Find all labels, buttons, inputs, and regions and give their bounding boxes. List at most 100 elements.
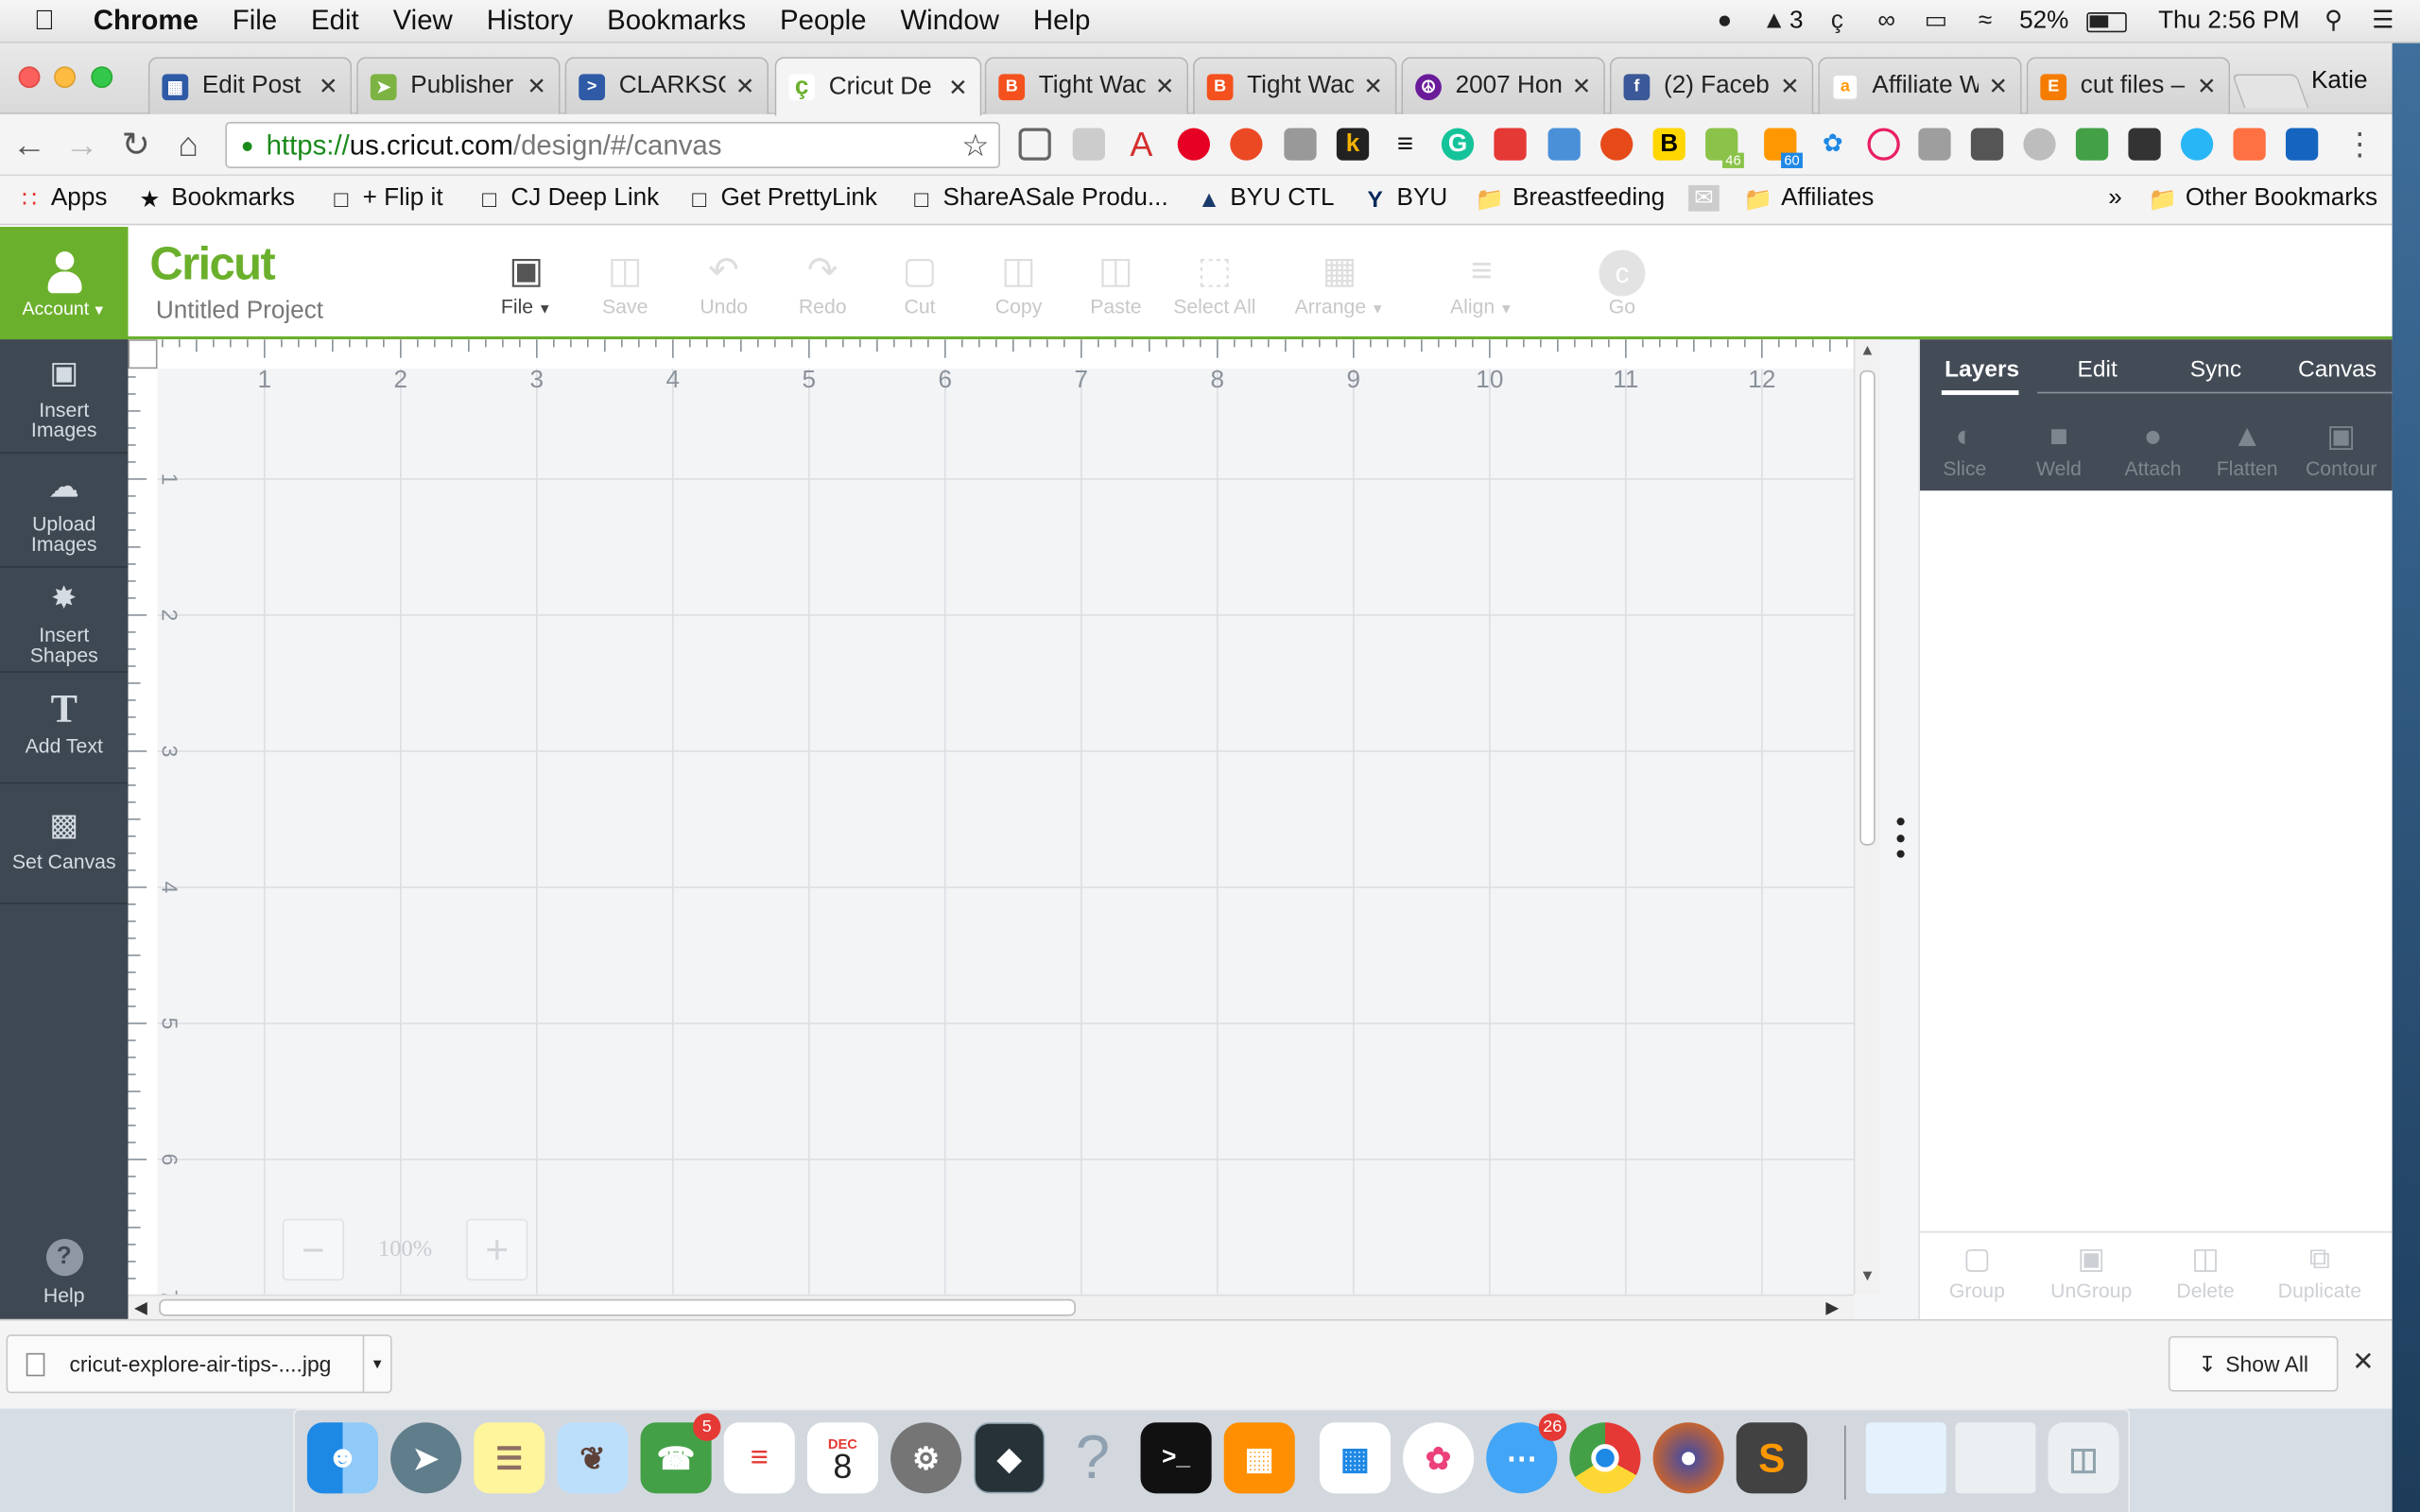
panel-splitter-handle[interactable] — [1895, 817, 1905, 858]
unknown-app-question-icon[interactable]: ? — [1057, 1422, 1128, 1493]
home-icon[interactable]: ⌂ — [168, 125, 208, 164]
minimize-window-icon[interactable] — [54, 66, 76, 89]
ext-arrow-icon[interactable] — [2285, 128, 2319, 161]
sidebar-set-canvas[interactable]: ▩ Set Canvas — [0, 809, 129, 872]
bookmark-other-bookmarks[interactable]: 📁 Other Bookmarks — [2149, 185, 2377, 213]
tab-facebook[interactable]: f (2) Facebo ✕ — [1609, 57, 1814, 114]
close-tab-icon[interactable]: ✕ — [1989, 73, 2009, 100]
sidebar-insert-images[interactable]: ▣ Insert Images — [0, 356, 129, 439]
bookmark-get-prettylink[interactable]: □ Get PrettyLink — [688, 185, 877, 213]
show-all-button[interactable]: ↧ Show All — [2168, 1335, 2339, 1392]
toolbar-redo[interactable]: ↷ Redo — [776, 249, 869, 318]
attach-button[interactable]: ● Attach — [2108, 417, 2198, 480]
creative-cloud-icon[interactable]: ∞ — [1871, 8, 1902, 35]
new-tab-button[interactable] — [2231, 74, 2309, 109]
toolbar-undo[interactable]: ↶ Undo — [678, 249, 770, 318]
bookmark-shareasale[interactable]: □ ShareASale Produ... — [910, 185, 1167, 213]
scroll-down-arrow-icon[interactable]: ▼ — [1859, 1268, 1875, 1285]
close-tab-icon[interactable]: ✕ — [1363, 73, 1383, 100]
address-bar[interactable]: ● https://us.cricut.com/design/#/canvas … — [225, 121, 1000, 168]
notes-icon[interactable]: ☰ — [474, 1422, 545, 1494]
vertical-scrollbar[interactable]: ▲ ▼ — [1853, 339, 1880, 1295]
close-tab-icon[interactable]: ✕ — [735, 73, 755, 100]
ext-pencil-icon[interactable] — [1072, 128, 1105, 161]
tab-tight-wad-1[interactable]: B Tight Wad ✕ — [984, 57, 1189, 114]
calculator-icon[interactable]: ▦ — [1223, 1422, 1295, 1494]
menu-people[interactable]: People — [763, 5, 883, 37]
bookmark-bookmarks[interactable]: ★ Bookmarks — [139, 185, 295, 213]
close-tab-icon[interactable]: ✕ — [2197, 73, 2217, 100]
account-button[interactable]: Account ▼ — [0, 226, 129, 340]
firefox-icon[interactable]: ● — [1652, 1422, 1724, 1494]
bookmark-byu-ctl[interactable]: ▲ BYU CTL — [1198, 185, 1335, 213]
airplay-icon[interactable]: ▭ — [1921, 8, 1952, 35]
photos-icon[interactable]: ✿ — [1403, 1422, 1475, 1494]
flatten-button[interactable]: ▲ Flatten — [2203, 417, 2292, 480]
tab-edit[interactable]: Edit — [2078, 356, 2118, 383]
launchpad-icon[interactable]: ➤ — [390, 1422, 462, 1494]
group-button[interactable]: ▢ Group — [1923, 1242, 2031, 1302]
toolbar-go[interactable]: c Go — [1576, 249, 1668, 318]
download-menu-chevron-icon[interactable]: ▼ — [362, 1334, 390, 1394]
forward-arrow-icon[interactable]: → — [61, 125, 101, 164]
stumbleupon-icon[interactable] — [1230, 128, 1263, 161]
ext-film-icon[interactable] — [2128, 128, 2161, 161]
close-tab-icon[interactable]: ✕ — [948, 74, 968, 101]
toolbar-arrange[interactable]: ▦ Arrange ▼ — [1293, 249, 1386, 318]
ext-cup-icon[interactable] — [2233, 128, 2266, 161]
system-preferences-icon[interactable]: ⚙ — [890, 1422, 962, 1494]
horizontal-scrollbar[interactable]: ◀ ▶ — [128, 1294, 1854, 1319]
bookmark-apps[interactable]: ∷ Apps — [19, 185, 107, 213]
toolbar-cut[interactable]: ▢ Cut — [873, 249, 966, 318]
close-tab-icon[interactable]: ✕ — [1155, 73, 1175, 100]
calendar-icon[interactable]: DEC 8 — [806, 1422, 878, 1494]
ext-cyan-icon[interactable] — [2180, 128, 2214, 161]
sidebar-upload-images[interactable]: ☁ Upload Images — [0, 471, 129, 554]
klout-icon[interactable]: k — [1336, 128, 1370, 161]
toolbar-save[interactable]: ◫ Save — [579, 249, 671, 318]
bookmark-flip-it[interactable]: □ + Flip it — [330, 185, 442, 213]
toolbar-select-all[interactable]: ⬚ Select All — [1168, 249, 1261, 318]
app-store-grid-icon[interactable]: ▦ — [1319, 1422, 1392, 1494]
finder-icon[interactable]: ☻ — [306, 1422, 378, 1494]
bookmark-affiliates[interactable]: 📁 Affiliates — [1744, 185, 1874, 213]
facetime-icon[interactable]: ☎ 5 — [640, 1413, 721, 1494]
menu-edit[interactable]: Edit — [294, 5, 376, 37]
tab-affiliate[interactable]: a Affiliate W ✕ — [1818, 57, 2022, 114]
terminal-icon[interactable]: >_ — [1140, 1422, 1212, 1494]
bookmark-breastfeeding[interactable]: 📁 Breastfeeding — [1476, 185, 1665, 213]
bookmark-mail[interactable]: ✉ — [1688, 184, 1730, 212]
cricut-status-icon[interactable]: ç — [1822, 8, 1853, 35]
tab-sync[interactable]: Sync — [2190, 356, 2241, 383]
sidebar-insert-shapes[interactable]: ✸ Insert Shapes — [0, 582, 129, 665]
close-downloads-icon[interactable]: ✕ — [2352, 1347, 2374, 1378]
menu-view[interactable]: View — [376, 5, 470, 37]
ext-head-icon[interactable] — [2023, 128, 2056, 161]
ext-blue-icon[interactable] — [1547, 128, 1581, 161]
ext-y-icon[interactable] — [1494, 128, 1527, 161]
profile-name[interactable]: Katie — [2311, 68, 2368, 95]
tab-clarkson[interactable]: > CLARKSC ✕ — [564, 57, 769, 114]
zoom-out-button[interactable]: − — [282, 1218, 345, 1281]
back-arrow-icon[interactable]: ← — [9, 125, 49, 164]
slice-button[interactable]: ◐ Slice — [1920, 417, 2010, 480]
ext-gray-icon[interactable] — [1918, 128, 1951, 161]
close-tab-icon[interactable]: ✕ — [1780, 73, 1800, 100]
ext-orange-circle-icon[interactable] — [1600, 128, 1634, 161]
tab-canvas[interactable]: Canvas — [2298, 356, 2377, 383]
sublime-text-icon[interactable]: S — [1736, 1422, 1807, 1494]
scroll-up-arrow-icon[interactable]: ▲ — [1859, 342, 1875, 359]
sidebar-add-text[interactable]: T Add Text — [0, 689, 129, 756]
menu-help[interactable]: Help — [1016, 5, 1107, 37]
tab-cut-files[interactable]: Ecut files – ✕ — [2026, 57, 2231, 114]
minimized-window-2[interactable] — [1955, 1422, 2036, 1494]
scroll-left-arrow-icon[interactable]: ◀ — [134, 1297, 147, 1318]
tab-2007-hon[interactable]: ☮ 2007 Hon ✕ — [1401, 57, 1605, 114]
sidebar-help[interactable]: ? Help — [0, 1239, 129, 1305]
apple-menu-icon[interactable]:  — [0, 5, 77, 37]
duplicate-button[interactable]: ⧉ Duplicate — [2266, 1242, 2374, 1302]
trash-icon[interactable]: ◫ — [2048, 1422, 2119, 1494]
menu-app-chrome[interactable]: Chrome — [77, 5, 216, 37]
tab-cricut-design[interactable]: ç Cricut De ✕ — [774, 57, 982, 116]
zoom-window-icon[interactable] — [91, 66, 113, 89]
